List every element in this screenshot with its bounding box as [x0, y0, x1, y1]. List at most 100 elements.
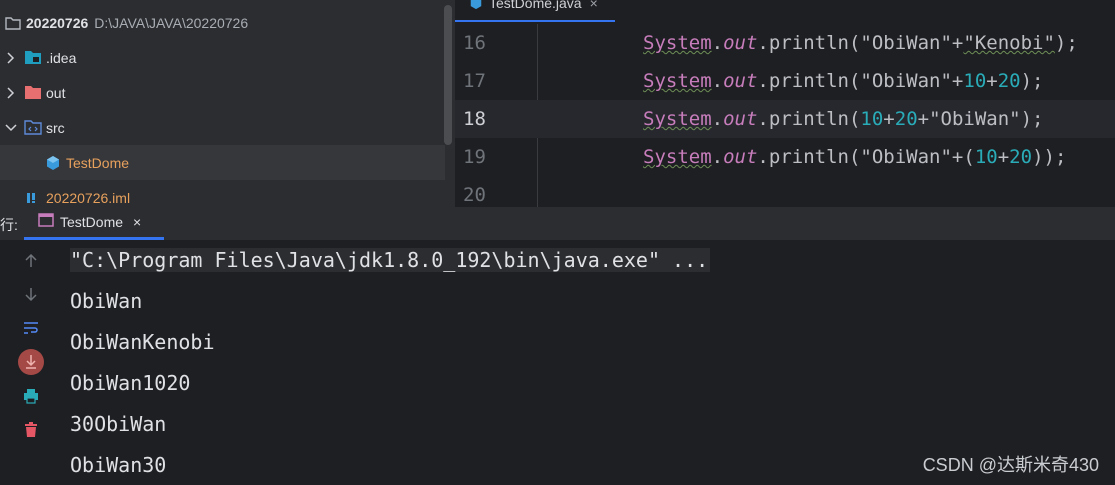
tree-item-label: out: [46, 84, 66, 101]
token-system: System: [643, 146, 712, 168]
code-line[interactable]: 16 System.out.println("ObiWan"+"Kenobi")…: [455, 24, 1115, 62]
editor-tab-label: TestDome.java: [489, 0, 582, 11]
project-panel: 20220726 D:\JAVA\JAVA\20220726 .idea out: [0, 0, 455, 207]
run-header: 行: TestDome ×: [0, 207, 1115, 241]
editor-tab-bar: TestDome.java ×: [455, 0, 1115, 24]
arrow-down-icon[interactable]: [18, 281, 44, 307]
token-println: println: [768, 108, 849, 130]
editor-tab-testdome[interactable]: TestDome.java ×: [455, 0, 615, 22]
code-line-current[interactable]: 18 System.out.println(10+20+"ObiWan");: [455, 100, 1115, 138]
token-dot: .: [757, 146, 769, 168]
token-number: 20: [894, 108, 918, 130]
scroll-to-end-icon[interactable]: [18, 349, 44, 375]
java-class-icon: [44, 155, 62, 171]
console-output-line: ObiWanKenobi: [70, 330, 215, 354]
code-line[interactable]: 17 System.out.println("ObiWan"+10+20);: [455, 62, 1115, 100]
token-out: out: [723, 32, 758, 54]
close-icon[interactable]: ×: [133, 214, 141, 230]
console-output-line: ObiWan1020: [70, 371, 191, 395]
console-output-line: ObiWan: [70, 289, 143, 313]
run-tool-window: 行: TestDome × "C:\Program Files\Java\jdk…: [0, 207, 1115, 485]
code-editor[interactable]: TestDome.java × 16 System.out.println("O…: [455, 0, 1115, 207]
tree-root[interactable]: 20220726 D:\JAVA\JAVA\20220726: [0, 5, 445, 40]
token-plus: +: [951, 70, 964, 92]
token-paren: (: [963, 146, 975, 168]
token-number: 10: [974, 146, 998, 168]
token-close: );: [1020, 108, 1044, 130]
token-system: System: [643, 108, 712, 130]
tree-item-testdome[interactable]: TestDome: [0, 145, 445, 180]
line-number: 17: [463, 70, 486, 92]
folder-red-icon: [24, 85, 42, 101]
token-println: println: [768, 146, 849, 168]
console-output-line: 30ObiWan: [70, 412, 167, 436]
token-system: System: [643, 70, 712, 92]
token-plus: +: [951, 32, 964, 54]
console-output-line: "C:\Program Files\Java\jdk1.8.0_192\bin\…: [70, 248, 711, 272]
token-system: System: [643, 32, 712, 54]
chevron-right-icon[interactable]: [4, 86, 18, 100]
code-text: System.out.println("ObiWan"+(10+20));: [643, 146, 1066, 168]
tree-item-idea[interactable]: .idea: [0, 40, 445, 75]
token-dot: .: [711, 70, 724, 92]
project-root-path: D:\JAVA\JAVA\20220726: [94, 14, 249, 31]
token-open: (: [848, 32, 861, 54]
run-toolbar: [0, 240, 55, 485]
token-close: ));: [1032, 146, 1067, 168]
tree-item-label: src: [46, 119, 65, 136]
token-open: (: [848, 70, 861, 92]
token-close: );: [1054, 32, 1078, 54]
code-line[interactable]: 19 System.out.println("ObiWan"+(10+20));: [455, 138, 1115, 176]
tree-item-out[interactable]: out: [0, 75, 445, 110]
token-plus: +: [883, 108, 895, 130]
token-string: "ObiWan": [929, 108, 1021, 130]
console-icon: [38, 212, 54, 232]
token-close: );: [1020, 70, 1044, 92]
token-plus: +: [951, 146, 964, 168]
token-number: 10: [963, 70, 987, 92]
token-string: "ObiWan": [860, 70, 952, 92]
token-string: "ObiWan": [860, 32, 952, 54]
tree-item-src[interactable]: src: [0, 110, 445, 145]
run-tab-testdome[interactable]: TestDome ×: [24, 207, 164, 240]
token-number: 20: [1009, 146, 1033, 168]
token-number: 10: [860, 108, 884, 130]
project-root-name: 20220726: [26, 14, 89, 31]
line-number: 20: [463, 184, 486, 206]
chevron-right-icon[interactable]: [4, 51, 18, 65]
tree-item-label: .idea: [46, 49, 77, 66]
line-number: 18: [463, 108, 486, 130]
tree-item-label: 20220726.iml: [46, 189, 131, 206]
token-dot: .: [711, 146, 724, 168]
soft-wrap-icon[interactable]: [18, 315, 44, 341]
source-folder-icon: [24, 120, 42, 136]
token-dot: .: [757, 70, 769, 92]
idea-folder-icon: [24, 50, 42, 66]
run-label: 行:: [0, 217, 18, 233]
close-icon[interactable]: ×: [590, 0, 598, 11]
token-open: (: [848, 108, 861, 130]
java-class-icon: [467, 0, 485, 11]
project-scrollbar[interactable]: [444, 5, 452, 145]
line-number: 16: [463, 32, 486, 54]
line-number: 19: [463, 146, 486, 168]
token-plus: +: [917, 108, 930, 130]
token-dot: .: [757, 32, 769, 54]
token-out: out: [723, 146, 758, 168]
chevron-down-icon[interactable]: [4, 121, 18, 135]
print-icon[interactable]: [18, 383, 44, 409]
token-out: out: [723, 70, 758, 92]
run-tab-label: TestDome: [60, 214, 124, 230]
tree-item-label: TestDome: [66, 154, 130, 171]
arrow-up-icon[interactable]: [18, 248, 44, 274]
console-output-line: ObiWan30: [70, 453, 167, 477]
token-string: "Kenobi": [963, 32, 1055, 54]
folder-icon: [4, 15, 22, 31]
token-println: println: [768, 70, 849, 92]
token-dot: .: [711, 32, 724, 54]
token-open: (: [848, 146, 861, 168]
token-string: "ObiWan": [860, 146, 952, 168]
iml-file-icon: [24, 190, 42, 206]
trash-icon[interactable]: [18, 417, 44, 443]
code-text: System.out.println("ObiWan"+10+20);: [643, 70, 1044, 92]
